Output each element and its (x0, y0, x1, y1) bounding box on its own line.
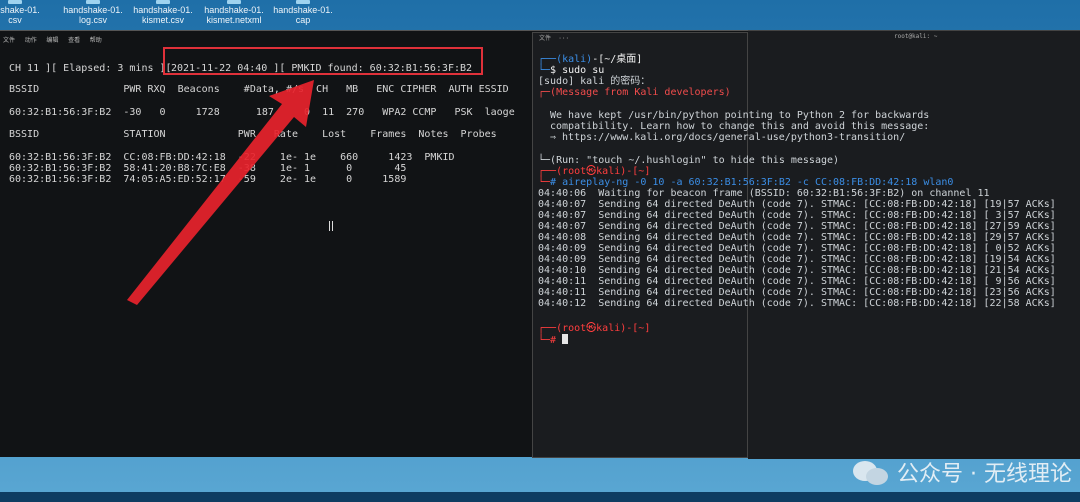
taskbar (0, 492, 1080, 502)
watermark-text: 公众号 · 无线理论 (897, 462, 1072, 487)
deauth-line: 04:40:11 Sending 64 directed DeAuth (cod… (538, 287, 1056, 298)
aireplay-output: ┌──(kali)-[~/桌面] └─$ sudo su [sudo] kali… (538, 52, 1078, 352)
deauth-line: 04:40:09 Sending 64 directed DeAuth (cod… (538, 254, 1056, 265)
sudo-password-prompt: [sudo] kali 的密码： (538, 76, 651, 87)
message-line: We have kept /usr/bin/python pointing to… (550, 110, 930, 121)
hushlogin-hint: └─(Run: "touch ~/.hushlogin" to hide thi… (538, 155, 840, 166)
deauth-line: 04:40:12 Sending 64 directed DeAuth (cod… (538, 298, 1056, 309)
message-line: ⇒ https://www.kali.org/docs/general-use/… (550, 132, 906, 143)
right-terminal-title: root@kali: ~ (894, 33, 938, 40)
deauth-line: 04:40:11 Sending 64 directed DeAuth (cod… (538, 276, 1056, 287)
deauth-line: 04:40:08 Sending 64 directed DeAuth (cod… (538, 232, 1056, 243)
right-menubar: 文件 ··· (539, 35, 570, 42)
prompt-line: ┌──(kali)-[~/桌面] (538, 54, 643, 65)
deauth-line: 04:40:07 Sending 64 directed DeAuth (cod… (538, 221, 1056, 232)
waiting-beacon-line: 04:40:06 Waiting for beacon frame (BSSID… (538, 188, 990, 199)
ibeam-cursor-icon (329, 221, 333, 231)
deauth-line: 04:40:07 Sending 64 directed DeAuth (cod… (538, 199, 1056, 210)
input-prompt[interactable]: └─# (538, 334, 569, 346)
sudo-command: └─$ sudo su (538, 65, 605, 76)
terminal-cursor (562, 334, 569, 344)
message-line: compatibility. Learn how to change this … (550, 121, 930, 132)
final-root-prompt: ┌──(root㉿kali)-[~] (538, 323, 651, 334)
deauth-line: 04:40:07 Sending 64 directed DeAuth (cod… (538, 210, 1056, 221)
root-prompt: ┌──(root㉿kali)-[~] (538, 166, 651, 177)
deauth-line: 04:40:09 Sending 64 directed DeAuth (cod… (538, 243, 1056, 254)
wechat-logo-icon (853, 459, 889, 485)
kali-dev-message-header: ┌─(Message from Kali developers) (538, 87, 731, 98)
wechat-watermark: 公众号 · 无线理论 (853, 456, 1072, 488)
aireplay-command: └─# aireplay-ng -0 10 -a 60:32:B1:56:3F:… (538, 177, 954, 188)
deauth-line: 04:40:10 Sending 64 directed DeAuth (cod… (538, 265, 1056, 276)
